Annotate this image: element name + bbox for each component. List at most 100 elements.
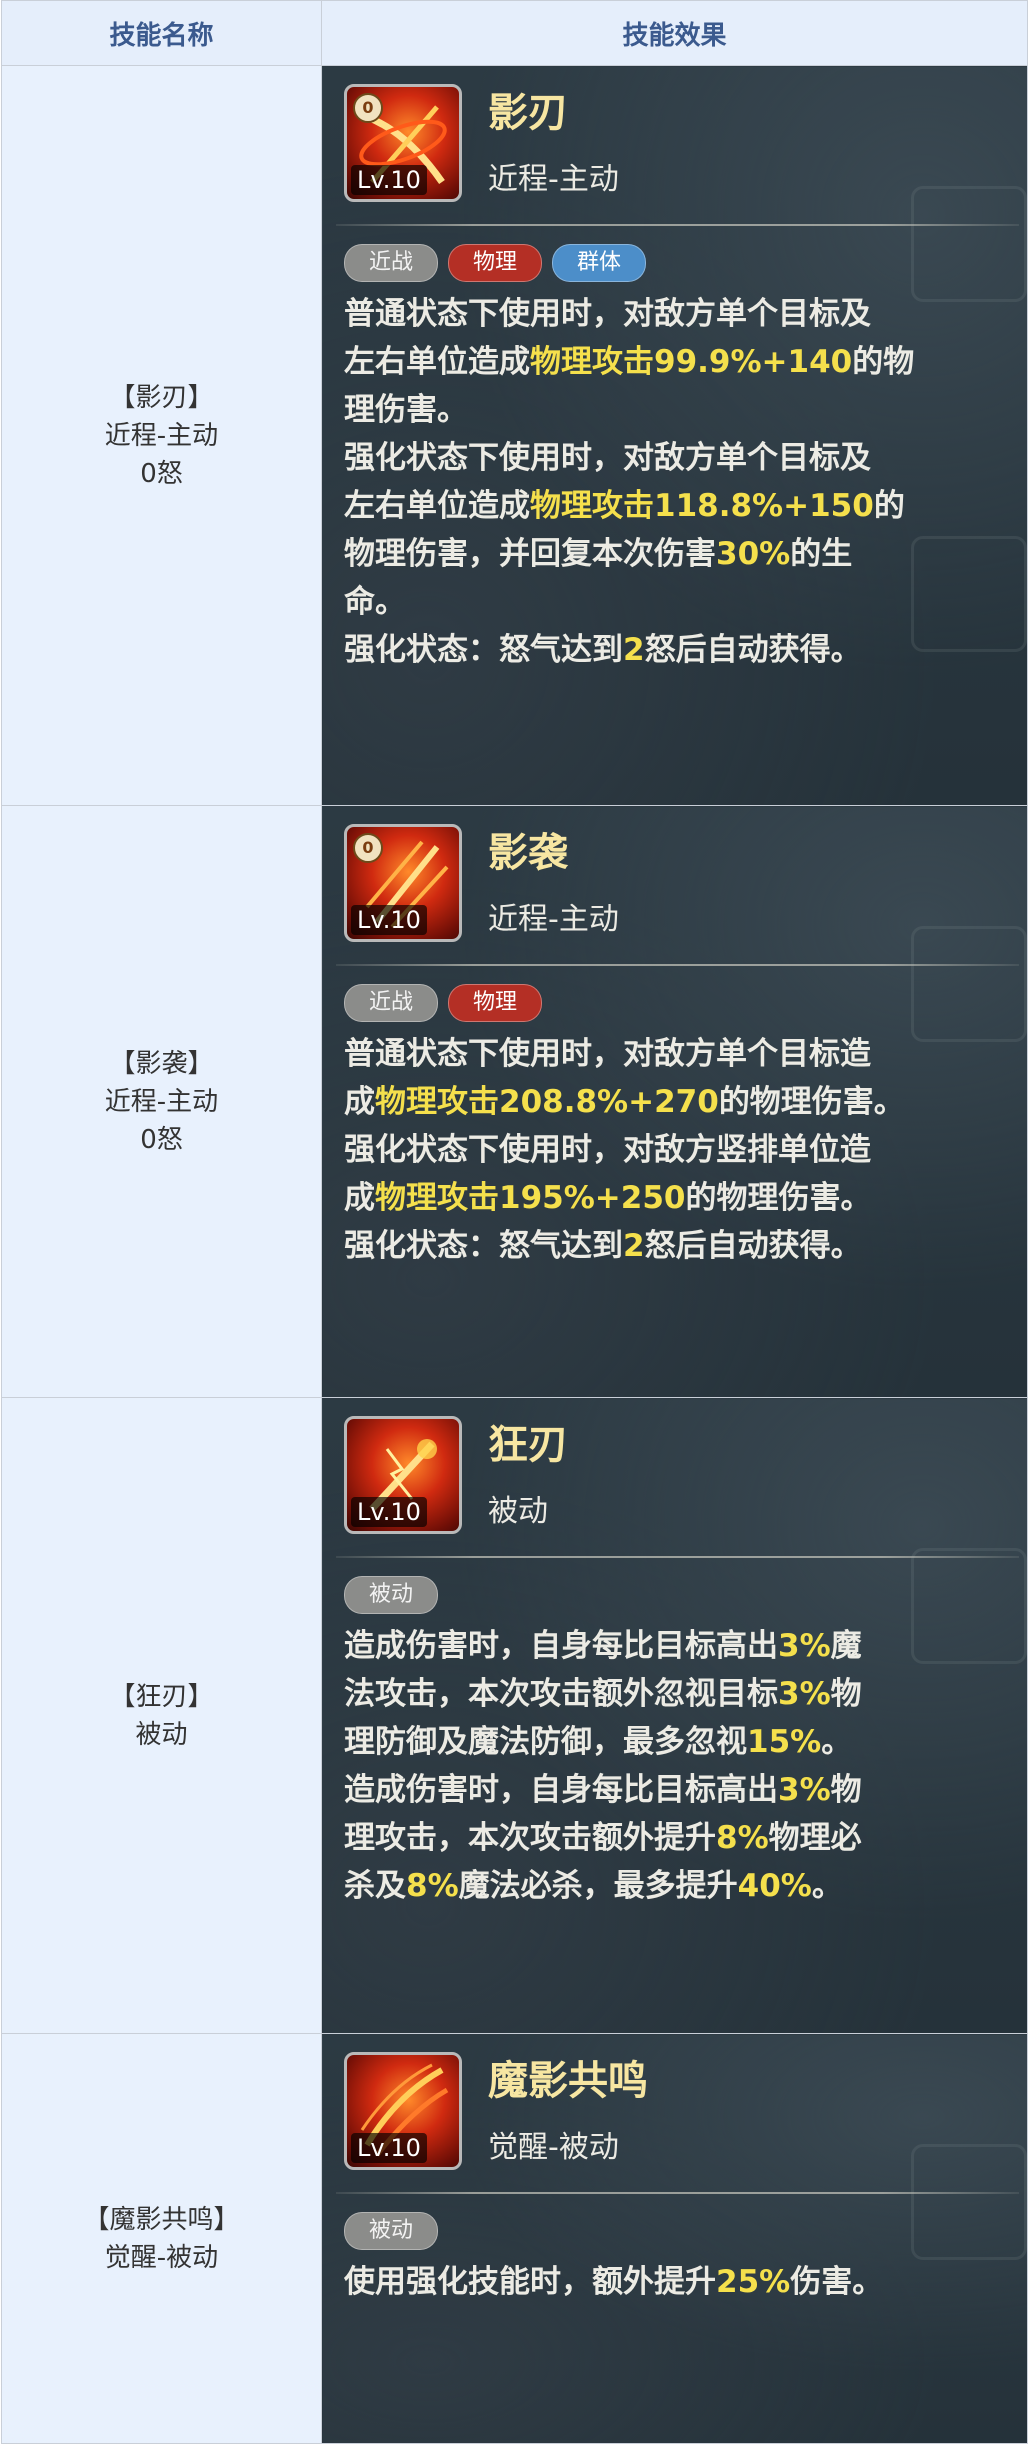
skill-effect-cell: Lv.10 狂刃 被动 被动 造成伤害时，自身每比目标高出3%魔 法攻击，本次攻击…: [321, 1397, 1028, 2034]
description-text: 魔: [830, 1628, 862, 1664]
skill-name: 【狂刃】: [109, 1681, 214, 1712]
skill-tag: 物理: [448, 984, 543, 1022]
description-text: 使用强化技能时，额外提升: [344, 2264, 716, 2300]
description-text: 理防御及魔法防御，最多忽视: [344, 1724, 747, 1760]
skill-title: 影袭: [488, 830, 568, 876]
table-row: 【魔影共鸣】 觉醒-被动 Lv.10 魔影共鸣 觉醒-被动 被动 使用强化技能时…: [1, 2033, 1028, 2444]
skill-tag: 近战: [344, 984, 439, 1022]
description-line: 强化状态下使用时，对敌方单个目标及: [344, 434, 1001, 482]
description-text: 伤害。: [790, 2264, 884, 2300]
divider: [336, 2192, 1019, 2194]
description-line: 杀及8%魔法必杀，最多提升40%。: [344, 1862, 1001, 1910]
rage-badge: 0: [353, 93, 383, 123]
description-text: 杀及: [344, 1868, 406, 1904]
description-line: 理伤害。: [344, 386, 1001, 434]
description-text: 成: [344, 1180, 375, 1216]
description-text: 强化状态下使用时，对敌方单个目标及: [344, 440, 871, 476]
description-line: 造成伤害时，自身每比目标高出3%物: [344, 1766, 1001, 1814]
description-line: 命。: [344, 578, 1001, 626]
description-text: 的物理伤害。: [685, 1180, 872, 1216]
skill-description: 普通状态下使用时，对敌方单个目标造 成物理攻击208.8%+270的物理伤害。 强化…: [344, 1030, 1001, 1270]
description-text: 左右单位造成: [344, 344, 530, 380]
skill-panel: 0 Lv.10 影刃 近程-主动 近战 物理 群体 普通状态下使用时，对敌方单个目标…: [323, 67, 1027, 675]
description-line: 使用强化技能时，额外提升25%伤害。: [344, 2258, 1001, 2306]
skill-tags: 近战 物理 群体: [344, 244, 1027, 282]
description-line: 左右单位造成物理攻击118.8%+150的: [344, 482, 1001, 530]
description-text: 的物: [852, 344, 915, 380]
description-text: 的生: [790, 536, 853, 572]
skill-type-text: 近程-主动: [488, 162, 619, 197]
description-text: 的: [873, 488, 905, 524]
skill-tags: 近战 物理: [344, 984, 1027, 1022]
skill-tag: 群体: [552, 244, 647, 282]
frenzy-blade-icon: Lv.10: [344, 1416, 462, 1534]
blade-slash-icon: 0 Lv.10: [344, 84, 462, 202]
divider: [336, 224, 1019, 226]
column-header-name: 技能名称: [1, 0, 322, 66]
skill-tag: 被动: [344, 2212, 439, 2250]
description-line: 成物理攻击195%+250的物理伤害。: [344, 1174, 1001, 1222]
description-text: 魔法必杀，最多提升: [458, 1868, 738, 1904]
highlight-value: 3%: [778, 1772, 831, 1808]
skill-tag: 物理: [448, 244, 543, 282]
column-header-effect: 技能效果: [321, 0, 1028, 66]
table-row: 【影袭】 近程-主动 0怒 0 Lv.10 影袭 近程-主动 近战 物理 普通状…: [1, 805, 1028, 1398]
description-line: 强化状态下使用时，对敌方竖排单位造: [344, 1126, 1001, 1174]
table-header-row: 技能名称 技能效果: [1, 0, 1028, 66]
skill-name-cell: 【狂刃】 被动: [1, 1397, 322, 2034]
description-line: 普通状态下使用时，对敌方单个目标造: [344, 1030, 1001, 1078]
highlight-value: 8%: [406, 1868, 459, 1904]
skill-name: 【影刃】: [109, 382, 214, 413]
skill-title: 魔影共鸣: [488, 2058, 648, 2104]
description-line: 左右单位造成物理攻击99.9%+140的物: [344, 338, 1001, 386]
skill-tag: 近战: [344, 244, 439, 282]
table-row: 【狂刃】 被动 Lv.10 狂刃 被动 被动 造成伤害时，自身每比目标高出3%魔…: [1, 1397, 1028, 2034]
highlight-value: 15%: [747, 1724, 822, 1760]
highlight-value: 25%: [716, 2264, 791, 2300]
description-text: 的物理伤害。: [718, 1084, 905, 1120]
divider: [336, 964, 1019, 966]
description-text: 造成伤害时，自身每比目标高出: [344, 1628, 778, 1664]
description-text: 。: [811, 1868, 843, 1904]
description-text: 强化状态下使用时，对敌方竖排单位造: [344, 1132, 871, 1168]
skill-tags: 被动: [344, 2212, 1027, 2250]
description-text: 造成伤害时，自身每比目标高出: [344, 1772, 778, 1808]
description-text: 法攻击，本次攻击额外忽视目标: [344, 1676, 778, 1712]
highlight-value: 物理攻击208.8%+270: [375, 1084, 719, 1120]
description-text: 理伤害。: [344, 392, 468, 428]
highlight-value: 40%: [737, 1868, 812, 1904]
highlight-value: 2: [623, 1228, 645, 1264]
skill-type-text: 近程-主动: [488, 902, 619, 937]
description-text: 左右单位造成: [344, 488, 530, 524]
description-line: 强化状态：怒气达到2怒后自动获得。: [344, 626, 1001, 674]
highlight-value: 2: [623, 632, 645, 668]
description-text: 理攻击，本次攻击额外提升: [344, 1820, 716, 1856]
skill-level: Lv.10: [351, 1497, 427, 1527]
description-line: 强化状态：怒气达到2怒后自动获得。: [344, 1222, 1001, 1270]
description-line: 理防御及魔法防御，最多忽视15%。: [344, 1718, 1001, 1766]
description-text: 物理必: [768, 1820, 862, 1856]
description-text: 物: [830, 1772, 862, 1808]
skill-level: Lv.10: [351, 905, 427, 935]
skill-name: 【魔影共鸣】: [83, 2204, 240, 2235]
claw-strike-icon: 0 Lv.10: [344, 824, 462, 942]
skill-type: 被动: [135, 1719, 188, 1750]
description-line: 普通状态下使用时，对敌方单个目标及: [344, 290, 1001, 338]
skill-description: 造成伤害时，自身每比目标高出3%魔 法攻击，本次攻击额外忽视目标3%物 理防御及魔法…: [344, 1622, 1001, 1910]
skill-description: 普通状态下使用时，对敌方单个目标及左右单位造成物理攻击99.9%+140的物理伤…: [344, 290, 1001, 674]
highlight-value: 3%: [778, 1628, 831, 1664]
skill-title: 影刃: [488, 90, 568, 136]
highlight-value: 8%: [716, 1820, 769, 1856]
highlight-value: 30%: [716, 536, 791, 572]
description-text: 强化状态：怒气达到: [344, 632, 623, 668]
highlight-value: 3%: [778, 1676, 831, 1712]
description-line: 造成伤害时，自身每比目标高出3%魔: [344, 1622, 1001, 1670]
rage-badge: 0: [353, 833, 383, 863]
skill-name: 【影袭】: [109, 1048, 214, 1079]
description-text: 强化状态：怒气达到: [344, 1228, 623, 1264]
description-line: 法攻击，本次攻击额外忽视目标3%物: [344, 1670, 1001, 1718]
skill-level: Lv.10: [351, 165, 427, 195]
description-text: 普通状态下使用时，对敌方单个目标及: [344, 296, 871, 332]
skill-type: 觉醒-被动: [104, 2242, 219, 2273]
description-text: 怒后自动获得。: [644, 1228, 862, 1264]
